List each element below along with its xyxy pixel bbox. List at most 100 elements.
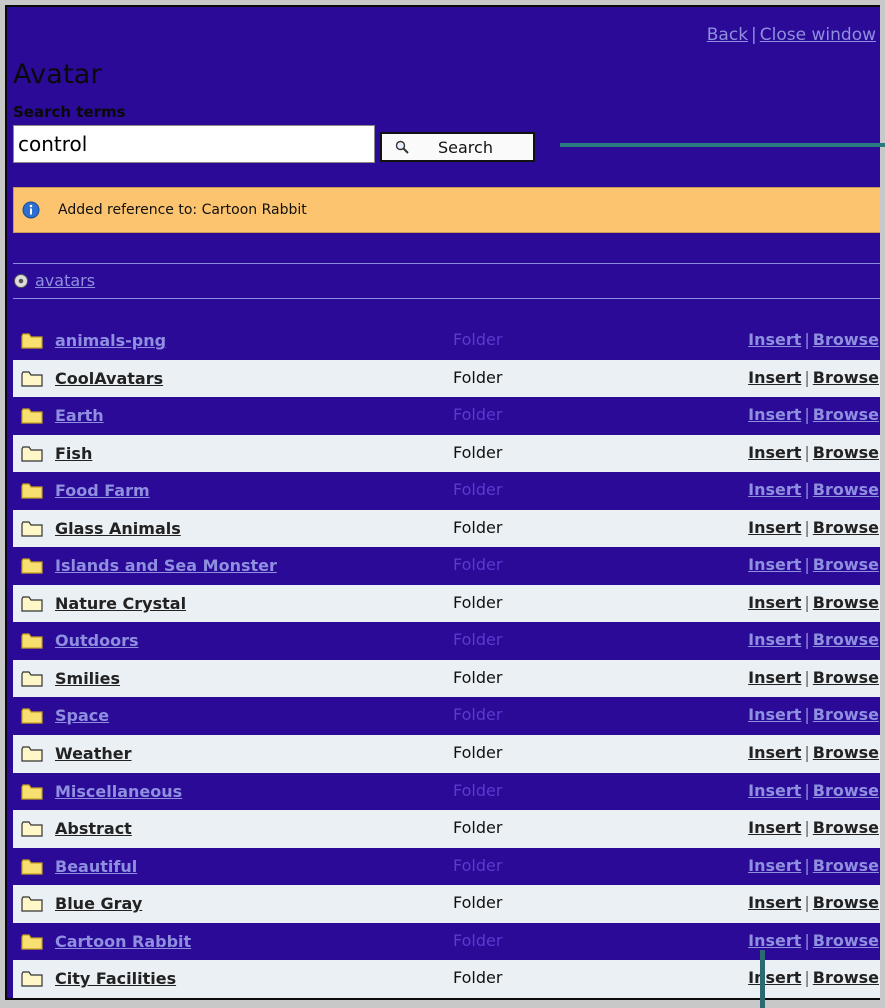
row-actions: Insert | Browse <box>748 518 879 537</box>
folder-name-link[interactable]: animals-png <box>55 331 166 350</box>
folder-type: Folder <box>453 893 503 913</box>
annotation-line-horizontal <box>560 143 885 147</box>
search-button-label: Search <box>438 137 493 157</box>
browse-link[interactable]: Browse <box>813 743 879 762</box>
folder-name-link[interactable]: Smilies <box>55 669 120 688</box>
insert-link[interactable]: Insert <box>748 705 801 724</box>
row-actions: Insert | Browse <box>748 368 879 387</box>
row-actions: Insert | Browse <box>748 743 879 762</box>
action-separator: | <box>804 517 810 537</box>
action-separator: | <box>804 930 810 950</box>
insert-link[interactable]: Insert <box>748 893 801 912</box>
insert-link[interactable]: Insert <box>748 856 801 875</box>
action-separator: | <box>804 667 810 687</box>
row-actions: Insert | Browse <box>748 668 879 687</box>
table-row: Abstract Folder Insert | Browse <box>13 810 880 848</box>
browse-link[interactable]: Browse <box>813 480 879 499</box>
insert-link[interactable]: Insert <box>748 593 801 612</box>
table-row: Outdoors Folder Insert | Browse <box>13 622 880 660</box>
breadcrumb: avatars <box>13 271 95 290</box>
browse-link[interactable]: Browse <box>813 443 879 462</box>
insert-link[interactable]: Insert <box>748 630 801 649</box>
folder-name-link[interactable]: Outdoors <box>55 631 139 650</box>
insert-link[interactable]: Insert <box>748 518 801 537</box>
browse-link[interactable]: Browse <box>813 856 879 875</box>
table-row: Weather Folder Insert | Browse <box>13 735 880 773</box>
notice-text: Added reference to: Cartoon Rabbit <box>58 202 307 218</box>
folder-icon <box>21 446 43 462</box>
back-link[interactable]: Back <box>707 25 748 45</box>
insert-link[interactable]: Insert <box>748 743 801 762</box>
row-actions: Insert | Browse <box>748 555 879 574</box>
row-actions: Insert | Browse <box>748 330 879 349</box>
folder-icon <box>21 408 43 424</box>
folder-name-link[interactable]: Islands and Sea Monster <box>55 556 277 575</box>
insert-link[interactable]: Insert <box>748 480 801 499</box>
folder-type: Folder <box>453 780 503 800</box>
folder-type: Folder <box>453 330 503 349</box>
folder-name-link[interactable]: City Facilities <box>55 969 176 988</box>
folder-name-link[interactable]: Miscellaneous <box>55 782 182 801</box>
close-window-link[interactable]: Close window <box>760 25 876 45</box>
search-input[interactable] <box>13 125 375 163</box>
browse-link[interactable]: Browse <box>813 368 879 387</box>
folder-name-link[interactable]: Cartoon Rabbit <box>55 932 191 951</box>
browse-link[interactable]: Browse <box>813 781 879 800</box>
folder-name-link[interactable]: Nature Crystal <box>55 594 186 613</box>
action-separator: | <box>804 442 810 462</box>
insert-link[interactable]: Insert <box>748 818 801 837</box>
insert-link[interactable]: Insert <box>748 781 801 800</box>
magnifier-icon <box>395 140 409 154</box>
action-separator: | <box>804 743 810 763</box>
folder-name-link[interactable]: Food Farm <box>55 481 150 500</box>
browse-link[interactable]: Browse <box>813 405 879 424</box>
folder-name-link[interactable]: CoolAvatars <box>55 369 163 388</box>
folder-icon <box>21 633 43 649</box>
folder-name-link[interactable]: Glass Animals <box>55 519 181 538</box>
browse-link[interactable]: Browse <box>813 931 879 950</box>
folder-name-link[interactable]: Fish <box>55 444 92 463</box>
insert-link[interactable]: Insert <box>748 555 801 574</box>
row-actions: Insert | Browse <box>748 705 879 724</box>
insert-link[interactable]: Insert <box>748 368 801 387</box>
browse-link[interactable]: Browse <box>813 330 879 349</box>
browse-link[interactable]: Browse <box>813 555 879 574</box>
browse-link[interactable]: Browse <box>813 518 879 537</box>
folder-name-link[interactable]: Beautiful <box>55 857 137 876</box>
insert-link[interactable]: Insert <box>748 668 801 687</box>
folder-icon <box>21 708 43 725</box>
folder-name-link[interactable]: Space <box>55 706 109 725</box>
folder-name-link[interactable]: Weather <box>55 744 132 763</box>
browse-link[interactable]: Browse <box>813 893 879 912</box>
insert-link[interactable]: Insert <box>748 443 801 462</box>
insert-link[interactable]: Insert <box>748 330 801 349</box>
browse-link[interactable]: Browse <box>813 705 879 724</box>
browse-link[interactable]: Browse <box>813 968 879 987</box>
action-separator: | <box>804 592 810 612</box>
insert-link[interactable]: Insert <box>748 405 801 424</box>
table-row: Beautiful Folder Insert | Browse <box>13 847 880 886</box>
folder-name-link[interactable]: Earth <box>55 406 104 425</box>
browse-link[interactable]: Browse <box>813 593 879 612</box>
table-row: Cartoon Rabbit Folder Insert | Browse <box>13 922 880 961</box>
folder-icon <box>21 596 43 612</box>
action-separator: | <box>804 818 810 838</box>
browse-link[interactable]: Browse <box>813 630 879 649</box>
insert-link[interactable]: Insert <box>748 931 801 950</box>
table-row: Blue Gray Folder Insert | Browse <box>13 885 880 923</box>
folder-icon <box>21 971 43 987</box>
folder-name-link[interactable]: Abstract <box>55 819 132 838</box>
action-separator: | <box>804 330 810 349</box>
action-separator: | <box>804 555 810 575</box>
search-terms-label: Search terms <box>13 103 126 121</box>
folder-name-link[interactable]: Blue Gray <box>55 894 142 913</box>
browse-link[interactable]: Browse <box>813 818 879 837</box>
table-row: Miscellaneous Folder Insert | Browse <box>13 772 880 811</box>
browse-link[interactable]: Browse <box>813 668 879 687</box>
folder-type: Folder <box>453 930 503 950</box>
action-separator: | <box>804 480 810 500</box>
insert-link[interactable]: Insert <box>748 968 801 987</box>
folder-icon <box>21 370 43 387</box>
search-button[interactable]: Search <box>380 132 535 162</box>
breadcrumb-avatars-link[interactable]: avatars <box>35 271 95 290</box>
